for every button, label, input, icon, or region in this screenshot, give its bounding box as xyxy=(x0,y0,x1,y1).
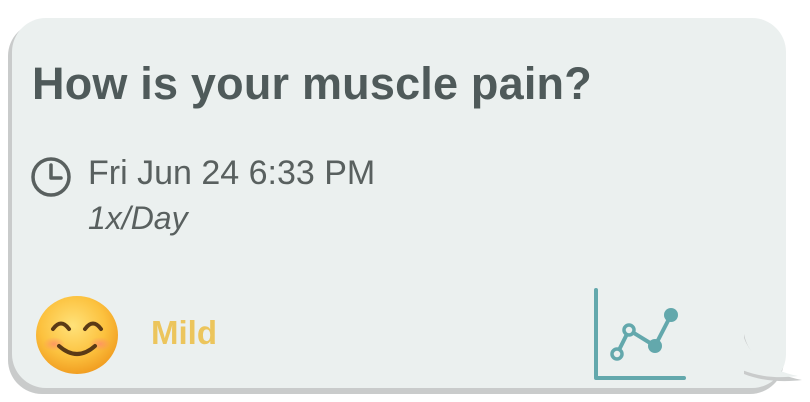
pain-rating-label: Mild xyxy=(151,314,217,351)
bubble-tail xyxy=(742,330,802,382)
entry-frequency: 1x/Day xyxy=(88,200,188,236)
trend-chart-icon[interactable] xyxy=(592,288,688,384)
question-title: How is your muscle pain? xyxy=(32,58,592,109)
smiling-face-icon xyxy=(36,296,118,374)
symptom-message: How is your muscle pain? Fri Jun 24 6:33… xyxy=(0,0,810,402)
clock-icon xyxy=(31,157,71,197)
entry-datetime: Fri Jun 24 6:33 PM xyxy=(88,154,376,192)
